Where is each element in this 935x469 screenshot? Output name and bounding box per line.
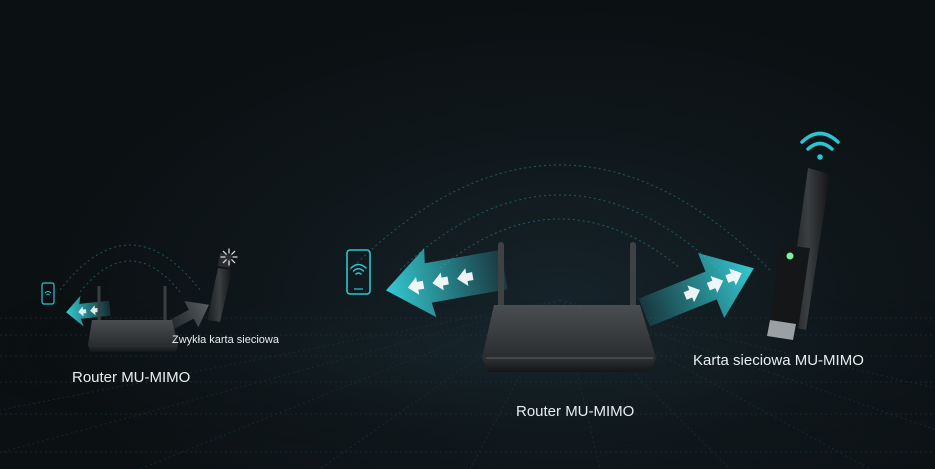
- illustration-stage: Router MU-MIMO Zwykła karta sieciowa Rou…: [0, 0, 935, 469]
- usb-wifi-signal: [800, 131, 840, 160]
- phone-wifi-icon: [350, 263, 367, 275]
- left-router-label: Router MU-MIMO: [72, 369, 191, 386]
- right-card-label: Karta sieciowa MU-MIMO: [693, 352, 864, 369]
- center-router-label: Router MU-MIMO: [516, 403, 635, 420]
- scene-graphic: [0, 131, 935, 469]
- center-router: [482, 242, 656, 372]
- center-phone: [346, 249, 371, 295]
- left-card-label: Zwykła karta sieciowa: [172, 334, 279, 346]
- phone-wifi-icon: [44, 291, 52, 296]
- wifi-signal-icon: [800, 131, 840, 151]
